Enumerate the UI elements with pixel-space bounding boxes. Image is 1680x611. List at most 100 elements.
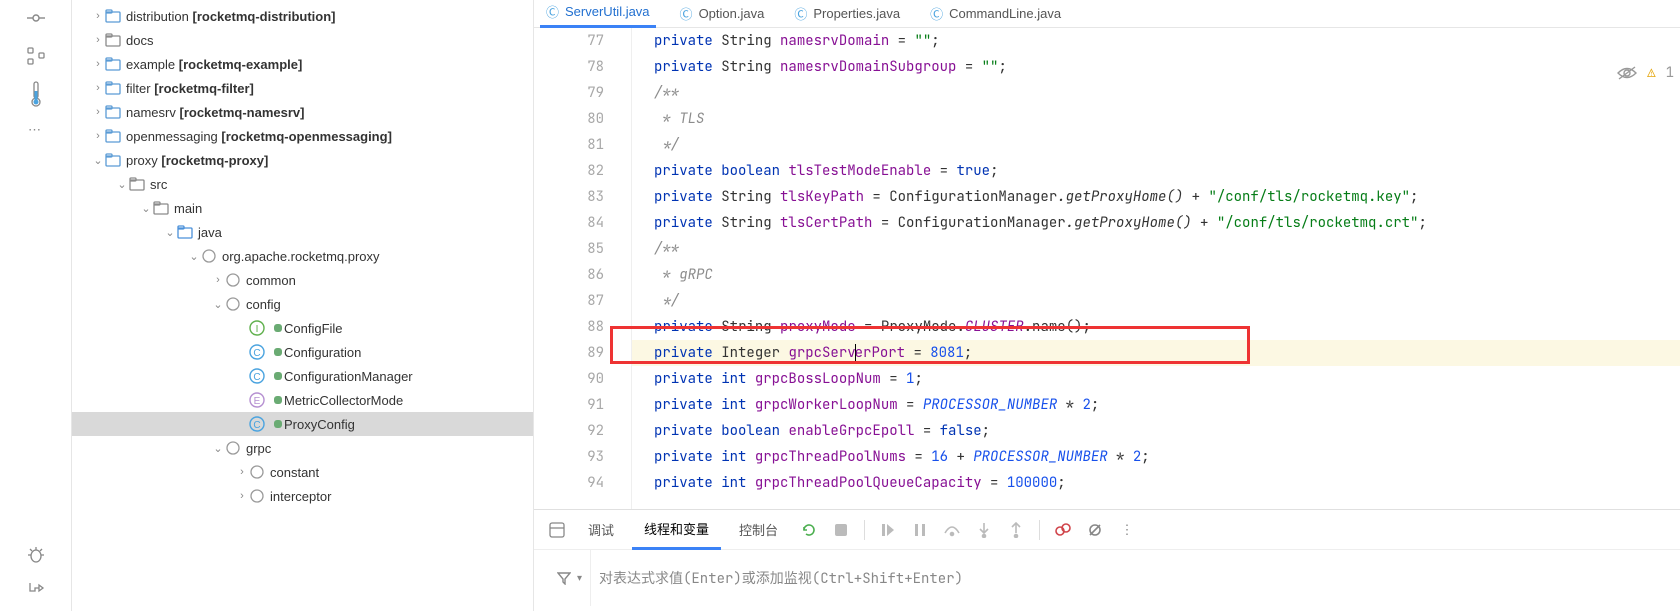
svg-text:C: C <box>253 420 260 431</box>
tree-node-openmessaging[interactable]: ›openmessaging [rocketmq-openmessaging] <box>72 124 533 148</box>
tab-console[interactable]: 控制台 <box>727 510 790 550</box>
svg-text:E: E <box>254 396 261 407</box>
folder-icon <box>152 200 170 216</box>
tree-node-configuration[interactable]: CConfiguration <box>72 340 533 364</box>
separator <box>1039 520 1040 540</box>
svg-text:I: I <box>256 324 259 335</box>
tab-option[interactable]: ⒸOption.java <box>674 0 771 28</box>
tree-node-main[interactable]: ⌄main <box>72 196 533 220</box>
structure-panel-icon[interactable] <box>26 46 46 66</box>
more-tools-icon[interactable]: ⋯ <box>28 122 43 138</box>
rerun-icon[interactable] <box>796 517 822 543</box>
debug-tool-icon[interactable] <box>26 545 46 565</box>
mute-breakpoints-icon[interactable] <box>1082 517 1108 543</box>
class-icon: C <box>248 344 266 360</box>
tree-node-java[interactable]: ⌄java <box>72 220 533 244</box>
project-tree[interactable]: ›distribution [rocketmq-distribution] ›d… <box>72 0 533 611</box>
debug-tool-window: 调试 线程和变量 控制台 ⋮ ▾ <box>534 509 1680 611</box>
module-icon <box>104 56 122 72</box>
tree-node-configfile[interactable]: IConfigFile <box>72 316 533 340</box>
view-breakpoints-icon[interactable] <box>1050 517 1076 543</box>
thermometer-icon[interactable] <box>26 84 46 104</box>
tree-node-src[interactable]: ⌄src <box>72 172 533 196</box>
step-out-icon[interactable] <box>1003 517 1029 543</box>
tab-threads-vars[interactable]: 线程和变量 <box>632 510 721 550</box>
enum-icon: E <box>248 392 266 408</box>
tree-node-configurationmanager[interactable]: CConfigurationManager <box>72 364 533 388</box>
module-icon <box>104 8 122 24</box>
tab-properties[interactable]: ⒸProperties.java <box>788 0 906 28</box>
tree-node-namesrv[interactable]: ›namesrv [rocketmq-namesrv] <box>72 100 533 124</box>
tree-node-proxyconfig[interactable]: CProxyConfig <box>72 412 533 436</box>
package-icon <box>224 272 242 288</box>
module-icon <box>104 80 122 96</box>
class-icon: Ⓒ <box>794 4 807 23</box>
tree-node-filter[interactable]: ›filter [rocketmq-filter] <box>72 76 533 100</box>
filter-icon[interactable] <box>557 571 571 585</box>
module-icon <box>104 104 122 120</box>
package-icon <box>224 440 242 456</box>
folder-icon <box>128 176 146 192</box>
project-tree-panel: ›distribution [rocketmq-distribution] ›d… <box>72 0 534 611</box>
tree-node-package-root[interactable]: ⌄org.apache.rocketmq.proxy <box>72 244 533 268</box>
gutter-stripe <box>618 28 632 509</box>
step-over-icon[interactable] <box>939 517 965 543</box>
debug-toolbar: 调试 线程和变量 控制台 ⋮ <box>534 510 1680 550</box>
tree-node-metriccollectormode[interactable]: EMetricCollectorMode <box>72 388 533 412</box>
class-icon: Ⓒ <box>680 4 693 23</box>
source-folder-icon <box>176 224 194 240</box>
watch-row: ▾ 对表达式求值(Enter)或添加监视(Ctrl+Shift+Enter) <box>534 550 1680 606</box>
tree-node-example[interactable]: ›example [rocketmq-example] <box>72 52 533 76</box>
tab-commandline[interactable]: ⒸCommandLine.java <box>924 0 1067 28</box>
tree-node-grpc[interactable]: ⌄grpc <box>72 436 533 460</box>
tree-node-proxy[interactable]: ⌄proxy [rocketmq-proxy] <box>72 148 533 172</box>
line-gutter: 777879808182838485868788899091929394 <box>534 28 618 509</box>
tree-node-interceptor[interactable]: ›interceptor <box>72 484 533 508</box>
vcs-dot-icon <box>274 348 282 356</box>
tree-node-docs[interactable]: ›docs <box>72 28 533 52</box>
warning-icon[interactable]: ⚠ <box>1647 60 1655 86</box>
code-editor[interactable]: 777879808182838485868788899091929394 pri… <box>534 28 1680 509</box>
evaluate-expression-input[interactable]: 对表达式求值(Enter)或添加监视(Ctrl+Shift+Enter) <box>590 550 1680 606</box>
layout-icon[interactable] <box>544 517 570 543</box>
stop-icon[interactable] <box>828 517 854 543</box>
separator <box>864 520 865 540</box>
warning-count: 1 <box>1666 60 1674 86</box>
svg-text:C: C <box>253 348 260 359</box>
reader-mode-icon[interactable] <box>1617 66 1637 80</box>
vcs-dot-icon <box>274 420 282 428</box>
vcs-dot-icon <box>274 324 282 332</box>
commit-icon[interactable] <box>26 8 46 28</box>
more-actions-icon[interactable]: ⋮ <box>1114 517 1140 543</box>
tab-debug[interactable]: 调试 <box>576 510 626 550</box>
class-icon: C <box>248 368 266 384</box>
svg-text:C: C <box>253 372 260 383</box>
package-icon <box>224 296 242 312</box>
tree-node-constant[interactable]: ›constant <box>72 460 533 484</box>
resume-icon[interactable] <box>875 517 901 543</box>
interface-icon: I <box>248 320 266 336</box>
tool-window-bar: ⋯ <box>0 0 72 611</box>
tree-node-config[interactable]: ⌄config <box>72 292 533 316</box>
module-icon <box>104 128 122 144</box>
class-icon: Ⓒ <box>930 4 943 23</box>
editor-area: ⒸServerUtil.java ⒸOption.java ⒸPropertie… <box>534 0 1680 611</box>
filter-area: ▾ <box>534 571 590 585</box>
package-icon <box>248 464 266 480</box>
class-icon: C <box>248 416 266 432</box>
code-content[interactable]: private String namesrvDomain = ""; priva… <box>632 28 1680 509</box>
class-icon: Ⓒ <box>546 2 559 21</box>
module-icon <box>104 152 122 168</box>
chevron-down-icon[interactable]: ▾ <box>577 573 582 584</box>
build-tool-icon[interactable] <box>26 579 46 599</box>
tree-node-distribution[interactable]: ›distribution [rocketmq-distribution] <box>72 4 533 28</box>
pause-icon[interactable] <box>907 517 933 543</box>
tab-serverutil[interactable]: ⒸServerUtil.java <box>540 0 656 28</box>
step-into-icon[interactable] <box>971 517 997 543</box>
inspection-widget[interactable]: ⚠1 <box>1617 60 1674 86</box>
tree-node-common[interactable]: ›common <box>72 268 533 292</box>
folder-icon <box>104 32 122 48</box>
package-icon <box>200 248 218 264</box>
package-icon <box>248 488 266 504</box>
editor-tabs: ⒸServerUtil.java ⒸOption.java ⒸPropertie… <box>534 0 1680 28</box>
